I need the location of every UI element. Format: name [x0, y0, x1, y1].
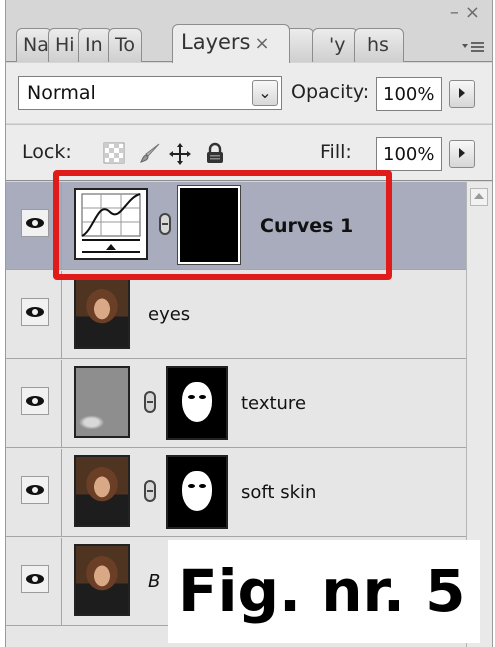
fill-slider-button[interactable] — [449, 140, 475, 168]
tab-navigator[interactable]: Na — [16, 28, 52, 62]
scroll-up-icon[interactable] — [470, 188, 488, 206]
opacity-input[interactable]: 100% — [376, 77, 442, 111]
eye-icon[interactable] — [21, 565, 49, 593]
fill-input[interactable]: 100% — [376, 137, 442, 171]
opacity-slider-button[interactable] — [449, 80, 475, 108]
visibility-cell — [6, 360, 62, 448]
layer-row-soft-skin[interactable]: soft skin — [6, 449, 466, 537]
link-icon[interactable] — [144, 480, 156, 502]
layer-thumbnail — [74, 455, 130, 527]
tab-histogram[interactable]: Hi — [48, 28, 82, 62]
layer-mask-thumbnail[interactable] — [166, 455, 228, 529]
close-icon[interactable]: × — [465, 2, 486, 23]
visibility-cell — [6, 449, 62, 537]
eye-icon[interactable] — [21, 209, 49, 237]
lock-move-icon[interactable] — [168, 142, 191, 165]
chevron-down-icon[interactable]: ⌄ — [252, 80, 278, 106]
tab-close-icon[interactable]: × — [255, 33, 270, 54]
tab-tool-presets[interactable]: To — [108, 28, 142, 62]
layer-name[interactable]: texture — [241, 393, 306, 414]
visibility-cell — [6, 271, 62, 359]
figure-label: Fig. nr. 5 — [168, 540, 480, 643]
tab-bar: –× Na Hi In To s 'y hs Layers× — [6, 0, 492, 63]
tab-layers[interactable]: Layers × — [172, 24, 290, 63]
blend-opacity-row: Normal ⌄ Opacity: 100% — [6, 63, 492, 123]
lock-transparent-icon[interactable] — [103, 142, 125, 164]
tab-history[interactable]: 'y — [312, 28, 358, 62]
highlight-box — [53, 170, 392, 280]
blend-mode-value: Normal — [27, 82, 96, 104]
eye-icon[interactable] — [21, 476, 49, 504]
lock-label: Lock: — [22, 141, 72, 163]
layer-thumbnail — [74, 366, 130, 438]
layer-row-eyes[interactable]: eyes — [6, 271, 466, 359]
panel-menu-icon[interactable] — [460, 40, 486, 58]
layer-name[interactable]: soft skin — [241, 482, 316, 503]
visibility-cell — [6, 538, 62, 626]
tab-paths[interactable]: hs — [354, 28, 404, 62]
lock-paint-icon[interactable] — [139, 142, 161, 164]
blend-mode-select[interactable]: Normal ⌄ — [18, 76, 282, 110]
lock-all-icon[interactable] — [204, 142, 226, 164]
layer-row-texture[interactable]: texture — [6, 360, 466, 448]
window-controls: –× — [450, 2, 486, 23]
layer-thumbnail — [74, 277, 130, 349]
opacity-label: Opacity: — [291, 81, 370, 103]
tab-layers-label: Layers — [181, 30, 251, 54]
layer-name[interactable]: B — [148, 571, 160, 592]
eye-icon[interactable] — [21, 387, 49, 415]
link-icon[interactable] — [144, 391, 156, 413]
tab-info[interactable]: In — [78, 28, 112, 62]
layer-mask-thumbnail[interactable] — [166, 366, 228, 440]
minimize-icon[interactable]: – — [450, 2, 465, 23]
eye-icon[interactable] — [21, 298, 49, 326]
fill-label: Fill: — [320, 141, 352, 163]
layer-name[interactable]: eyes — [148, 304, 190, 325]
layer-thumbnail — [74, 544, 130, 616]
